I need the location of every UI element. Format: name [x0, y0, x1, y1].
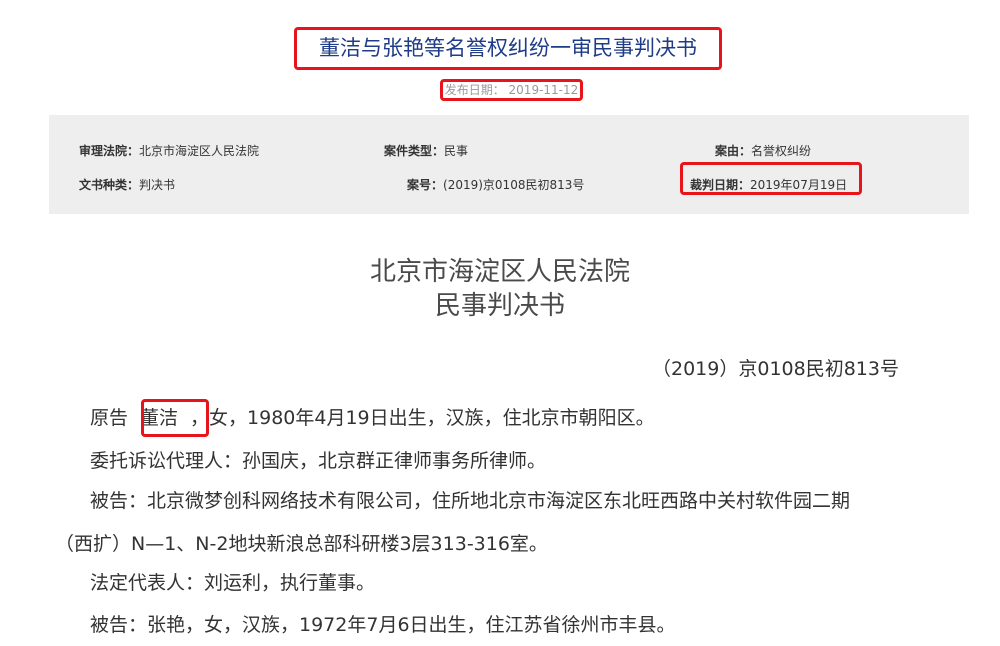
court-label: 审理法院： — [79, 144, 140, 158]
case-no-value: (2019)京0108民初813号 — [443, 178, 585, 192]
doc-type-value: 判决书 — [139, 178, 176, 192]
document-title: 董洁与张艳等名誉权纠纷一审民事判决书 — [319, 36, 697, 60]
defendant1-paragraph-cont: （西扩）N—1、N-2地块新浪总部科研楼3层313-316室。 — [55, 533, 548, 555]
cause-field: 案由：名誉权纠纷 — [715, 142, 811, 159]
defendant1-paragraph: 被告：北京微梦创科网络技术有限公司，住所地北京市海淀区东北旺西路中关村软件园二期 — [90, 490, 851, 512]
court-heading: 北京市海淀区人民法院 — [369, 257, 630, 287]
case-no-field: 案号：(2019)京0108民初813号 — [407, 176, 584, 193]
doc-type-label: 文书种类： — [79, 178, 140, 192]
case-type-value: 民事 — [444, 144, 469, 158]
court-field: 审理法院：北京市海淀区人民法院 — [79, 142, 259, 159]
case-type-field: 案件类型：民事 — [384, 142, 468, 159]
plaintiff-label: 原告 — [90, 407, 129, 429]
cause-label: 案由： — [715, 144, 752, 158]
plaintiff-highlight-box — [141, 399, 209, 437]
legal-rep-paragraph: 法定代表人：刘运利，执行董事。 — [90, 572, 376, 594]
doc-type-field: 文书种类：判决书 — [79, 176, 175, 193]
cause-value: 名誉权纠纷 — [751, 144, 812, 158]
case-no-label: 案号： — [407, 178, 444, 192]
judge-date-highlight-box — [680, 162, 862, 195]
case-number: （2019）京0108民初813号 — [652, 358, 899, 380]
plaintiff-details: ，女，1980年4月19日出生，汉族，住北京市朝阳区。 — [190, 407, 655, 429]
case-type-label: 案件类型： — [384, 144, 445, 158]
publish-date: 发布日期： 2019-11-12 — [444, 83, 579, 97]
judgment-heading: 民事判决书 — [434, 291, 565, 321]
court-value: 北京市海淀区人民法院 — [139, 144, 260, 158]
agent-paragraph: 委托诉讼代理人：孙国庆，北京群正律师事务所律师。 — [90, 450, 547, 472]
defendant2-paragraph: 被告：张艳，女，汉族，1972年7月6日出生，住江苏省徐州市丰县。 — [90, 614, 676, 636]
